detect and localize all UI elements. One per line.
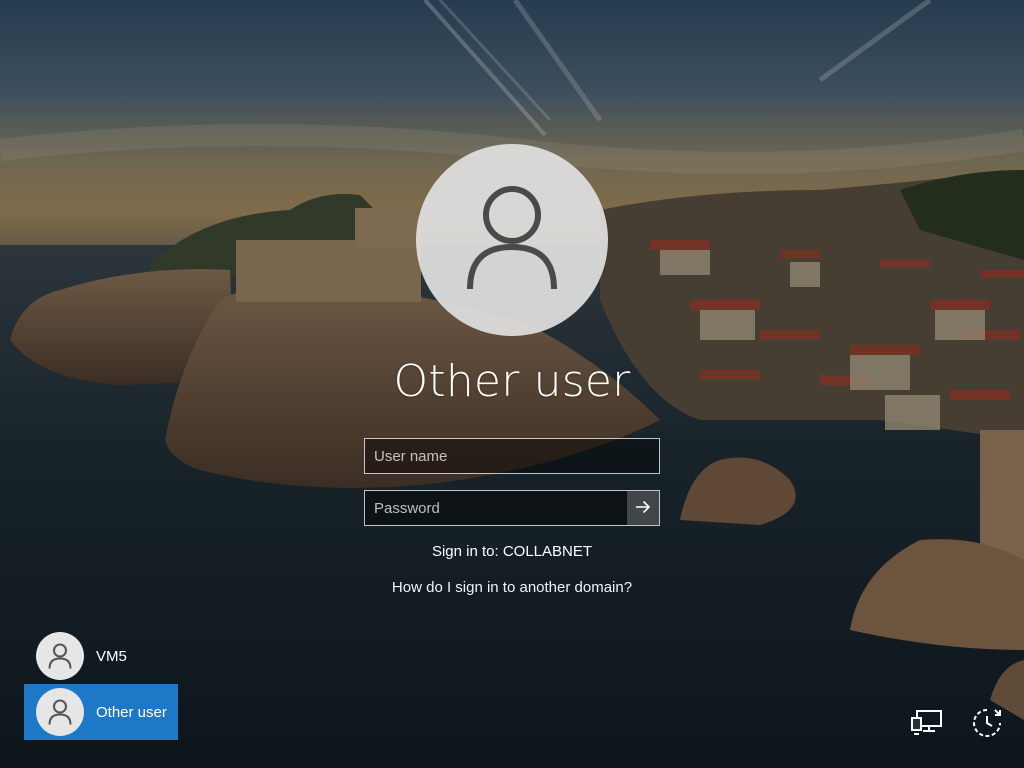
person-icon (36, 632, 84, 680)
selected-user-name: Other user (393, 356, 631, 407)
user-tile-label: Other user (96, 703, 167, 721)
username-input[interactable] (365, 439, 659, 473)
username-field[interactable] (364, 438, 660, 474)
submit-button[interactable] (627, 491, 659, 525)
user-list: VM5 Other user (24, 628, 178, 740)
user-avatar-large (416, 144, 608, 336)
ease-of-access-icon[interactable] (970, 706, 1004, 740)
person-icon (36, 688, 84, 736)
another-domain-link[interactable]: How do I sign in to another domain? (312, 579, 712, 596)
user-tile-other-user[interactable]: Other user (24, 684, 178, 740)
person-icon (464, 185, 560, 295)
arrow-right-icon (635, 499, 651, 518)
password-field[interactable] (364, 490, 660, 526)
sign-in-domain-text: Sign in to: COLLABNET (431, 543, 593, 560)
network-icon[interactable] (910, 706, 944, 740)
password-input[interactable] (365, 491, 627, 525)
user-tile-vm5[interactable]: VM5 (24, 628, 178, 684)
user-tile-label: VM5 (96, 647, 127, 665)
system-tray (910, 706, 1004, 740)
